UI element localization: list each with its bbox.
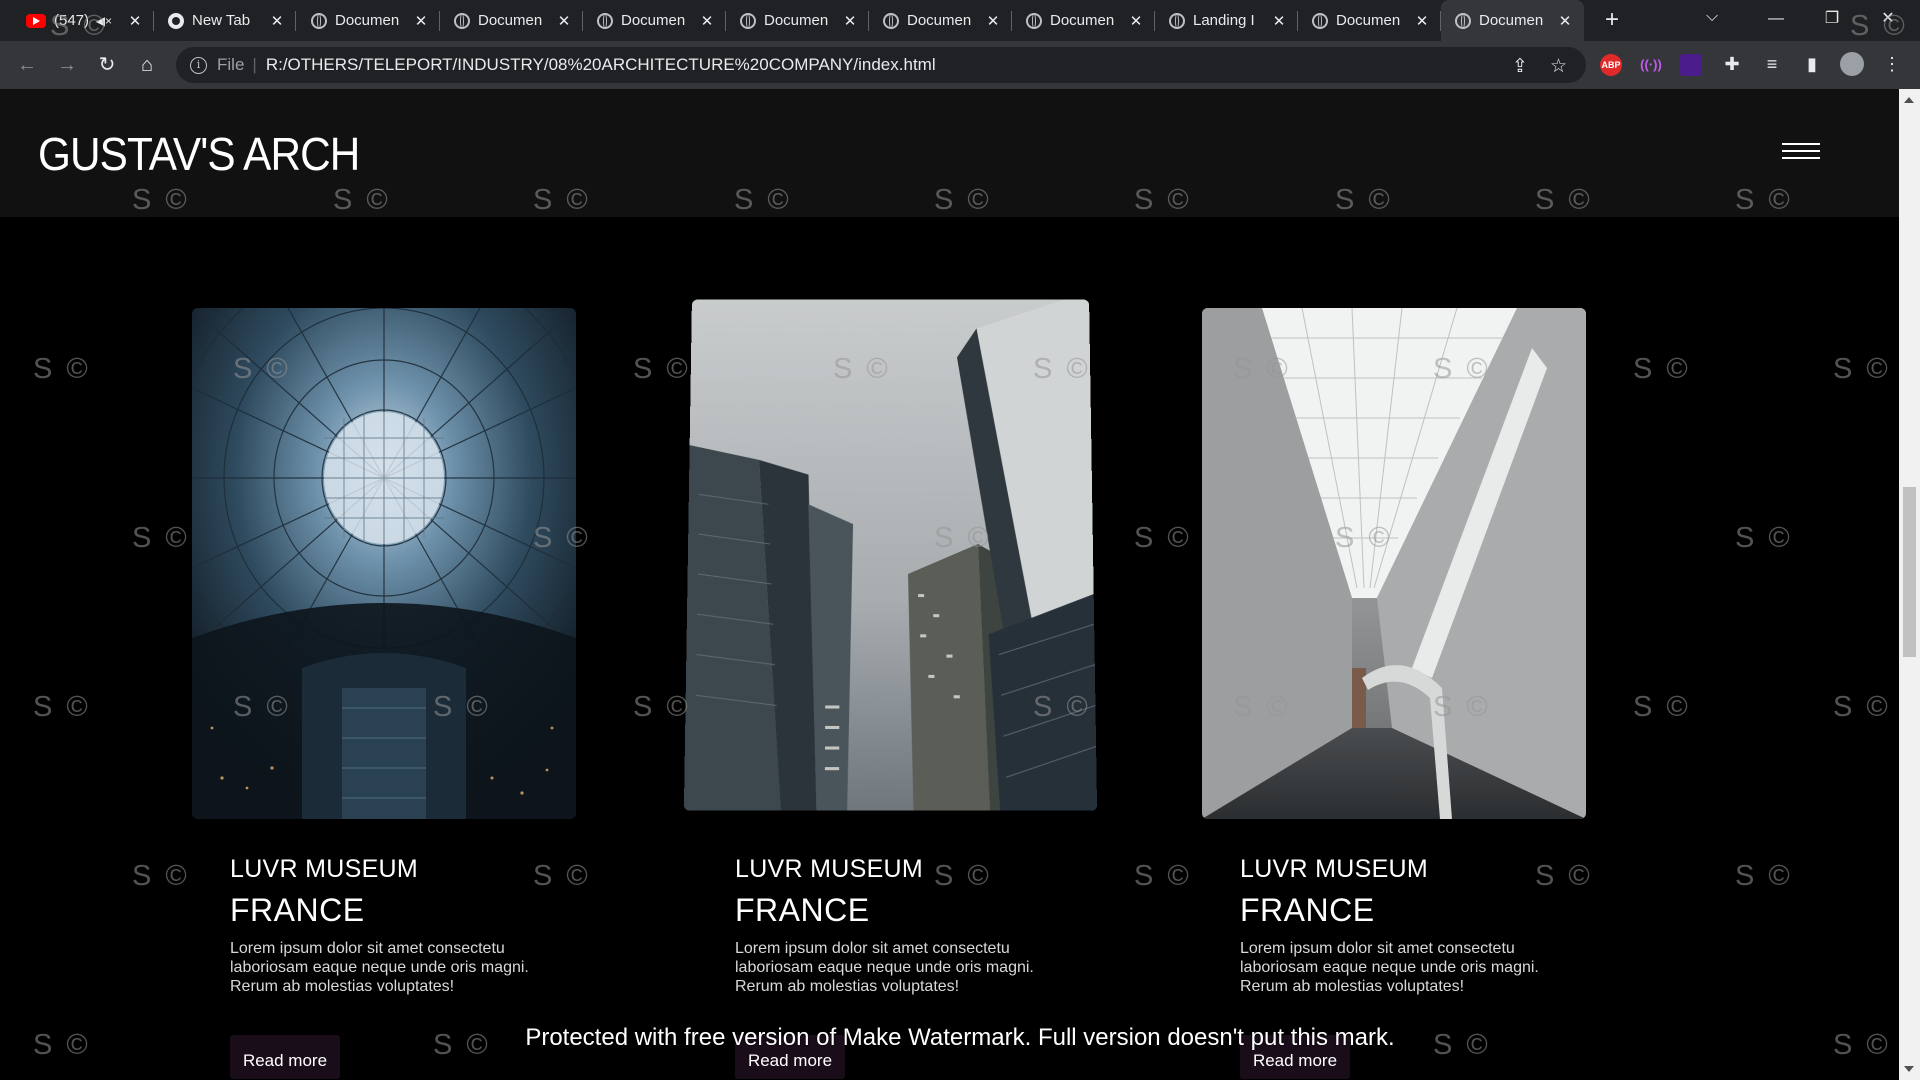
read-more-button[interactable]: Read more [230,1035,340,1079]
globe-icon [883,12,899,29]
address-bar[interactable]: i File | R:/OTHERS/TELEPORT/INDUSTRY/08%… [176,47,1586,83]
project-photo-white-corridor [1202,308,1586,819]
tab-title: New Tab [192,12,251,29]
close-icon[interactable]: ✕ [1413,12,1431,30]
chrome-icon [168,12,184,29]
tab-separator [295,11,296,31]
foggy-skyscrapers-illustration [683,299,1098,811]
purple-extension-icon[interactable] [1680,54,1702,76]
site-header: GUSTAV'S ARCH [0,89,1899,217]
close-icon[interactable]: ✕ [1270,12,1288,30]
close-icon[interactable]: ✕ [984,12,1002,30]
tab-search-chevron-icon[interactable]: ⌵ [1706,8,1718,26]
forward-button[interactable]: → [52,50,82,80]
globe-icon [597,12,613,29]
white-corridor-illustration [1202,308,1586,819]
tab-title: Documen [478,12,543,29]
card-description: Lorem ipsum dolor sit amet consectetu la… [735,940,1034,995]
side-panel-icon[interactable]: ▮ [1800,52,1824,76]
card-description: Lorem ipsum dolor sit amet consectetu la… [1240,940,1539,995]
browser-tab[interactable]: New Tab ✕ [154,0,296,41]
info-icon[interactable]: i [190,56,207,74]
url-text[interactable]: R:/OTHERS/TELEPORT/INDUSTRY/08%20ARCHITE… [266,55,936,75]
tab-title: Documen [335,12,400,29]
cast-extension-icon[interactable]: ((·)) [1640,54,1662,76]
reload-button[interactable]: ↻ [92,50,122,80]
close-icon[interactable]: ✕ [698,12,716,30]
profile-avatar-icon[interactable] [1840,52,1864,76]
minimize-button[interactable]: — [1748,0,1804,41]
card-title: LUVR MUSEUM [1240,855,1429,883]
card-title: LUVR MUSEUM [230,855,419,883]
browser-tab[interactable]: Documen ✕ [1012,0,1155,41]
close-icon[interactable]: ✕ [841,12,859,30]
speaker-muted-icon[interactable]: ◀× [96,14,112,28]
extensions-puzzle-icon[interactable]: ✚ [1720,52,1744,76]
project-photo-glass-dome [192,308,576,819]
browser-tab-active[interactable]: Documen ✕ [1441,0,1584,41]
tab-title: Documen [1479,12,1544,29]
new-tab-button[interactable]: + [1598,6,1626,34]
tab-title: Documen [907,12,972,29]
share-icon[interactable]: ⇪ [1512,55,1528,78]
browser-tab[interactable]: Documen ✕ [726,0,869,41]
browser-tab[interactable]: Documen ✕ [869,0,1012,41]
project-photo-foggy-skyscrapers [683,299,1098,811]
close-icon[interactable]: ✕ [555,12,573,30]
card-description: Lorem ipsum dolor sit amet consectetu la… [230,940,529,995]
back-button[interactable]: ← [12,50,42,80]
site-logo[interactable]: GUSTAV'S ARCH [38,127,360,181]
adblock-extension-icon[interactable]: ABP [1600,54,1622,76]
close-icon[interactable]: ✕ [412,12,430,30]
url-separator: | [252,55,257,74]
card-title: LUVR MUSEUM [735,855,924,883]
close-icon[interactable]: ✕ [268,12,286,30]
scroll-down-arrow-icon[interactable] [1904,1066,1914,1072]
close-icon[interactable]: ✕ [126,12,144,30]
youtube-icon [26,13,46,28]
browser-tab[interactable]: Documen ✕ [440,0,583,41]
browser-tab[interactable]: Documen ✕ [297,0,440,41]
card-country: FRANCE [1240,892,1375,928]
tab-title: Landing I [1193,12,1255,29]
menu-kebab-icon[interactable]: ⋮ [1880,52,1904,76]
tab-title: Documen [764,12,829,29]
page-viewport: GUSTAV'S ARCH LUVR MUSEUM FRANCE Lorem i… [0,89,1899,1080]
close-icon[interactable]: ✕ [1127,12,1145,30]
browser-tabstrip: (547) ◀× ✕ New Tab ✕ Documen ✕ Documen ✕… [0,0,1920,41]
browser-tab[interactable]: Documen ✕ [1298,0,1441,41]
glass-dome-illustration [192,308,576,819]
url-scheme: File [217,55,245,74]
read-more-button[interactable]: Read more [735,1035,845,1079]
scroll-thumb[interactable] [1903,487,1916,657]
read-more-button[interactable]: Read more [1240,1035,1350,1079]
browser-tab[interactable]: Documen ✕ [583,0,726,41]
card-country: FRANCE [230,892,365,928]
globe-icon [311,12,327,29]
home-button[interactable]: ⌂ [132,50,162,80]
browser-tab[interactable]: Landing I ✕ [1155,0,1298,41]
restore-button[interactable]: ❐ [1804,0,1860,41]
tab-title: Documen [1050,12,1115,29]
globe-icon [1312,12,1328,29]
bookmark-star-icon[interactable]: ☆ [1550,55,1567,78]
browser-toolbar: ← → ↻ ⌂ i File | R:/OTHERS/TELEPORT/INDU… [0,41,1920,89]
globe-icon [454,12,470,29]
card-country: FRANCE [735,892,870,928]
globe-icon [1455,12,1471,29]
close-icon[interactable]: ✕ [1556,12,1574,30]
tab-title: Documen [621,12,686,29]
globe-icon [1026,12,1042,29]
globe-icon [740,12,756,29]
media-playlist-icon[interactable]: ≡ [1760,52,1784,76]
tab-title: (547) [54,12,90,29]
hamburger-menu-icon[interactable] [1782,143,1820,161]
globe-icon [1169,12,1185,29]
close-window-button[interactable]: ✕ [1860,0,1916,41]
tab-title: Documen [1336,12,1401,29]
scroll-up-arrow-icon[interactable] [1904,97,1914,103]
page-scrollbar[interactable] [1899,89,1920,1080]
browser-tab[interactable]: (547) ◀× ✕ [12,0,154,41]
